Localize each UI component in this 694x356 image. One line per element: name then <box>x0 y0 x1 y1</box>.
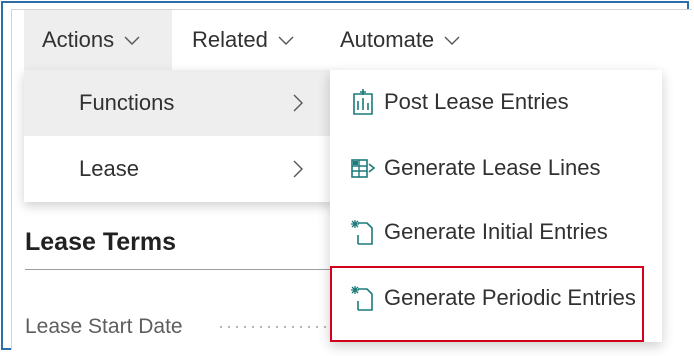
functions-submenu: Post Lease Entries Generate Lease Lines <box>330 70 662 342</box>
tab-actions-label: Actions <box>42 27 115 52</box>
submenu-item-post-lease-entries[interactable]: Post Lease Entries <box>330 70 662 134</box>
post-entries-icon <box>350 87 376 117</box>
chevron-down-icon <box>122 30 142 50</box>
submenu-item-generate-lease-lines[interactable]: Generate Lease Lines <box>330 136 662 200</box>
submenu-item-label: Generate Initial Entries <box>384 219 608 244</box>
field-label-lease-start-date: Lease Start Date <box>25 315 183 338</box>
menu-item-functions[interactable]: Functions <box>24 70 334 136</box>
generate-lines-icon <box>350 153 376 183</box>
submenu-item-label: Generate Lease Lines <box>384 155 601 180</box>
tab-automate[interactable]: Automate <box>322 10 482 70</box>
page-content: Actions Related Automate Lease Terms Lea… <box>11 9 692 350</box>
menu-item-lease-label: Lease <box>79 156 139 181</box>
tab-related[interactable]: Related <box>174 10 320 70</box>
actions-dropdown: Functions Lease <box>24 70 334 202</box>
tab-automate-label: Automate <box>340 27 435 52</box>
submenu-item-generate-initial-entries[interactable]: Generate Initial Entries <box>330 200 662 264</box>
section-divider <box>25 269 335 270</box>
new-document-icon <box>350 283 376 313</box>
chevron-down-icon <box>276 30 296 50</box>
menu-item-functions-label: Functions <box>79 90 175 115</box>
chevron-right-icon <box>290 158 306 180</box>
action-bar: Actions Related Automate <box>12 10 692 70</box>
chevron-right-icon <box>290 92 306 114</box>
chevron-down-icon <box>442 30 462 50</box>
menu-item-lease[interactable]: Lease <box>24 136 334 202</box>
submenu-item-generate-periodic-entries[interactable]: Generate Periodic Entries <box>330 266 662 330</box>
window-frame: Actions Related Automate Lease Terms Lea… <box>1 1 692 350</box>
submenu-item-label: Generate Periodic Entries <box>384 285 636 310</box>
new-document-icon <box>350 217 376 247</box>
field-leader-dots <box>217 326 332 328</box>
tab-related-label: Related <box>192 27 268 52</box>
submenu-item-label: Post Lease Entries <box>384 89 569 114</box>
tab-actions[interactable]: Actions <box>24 10 172 70</box>
section-title: Lease Terms <box>25 228 177 256</box>
